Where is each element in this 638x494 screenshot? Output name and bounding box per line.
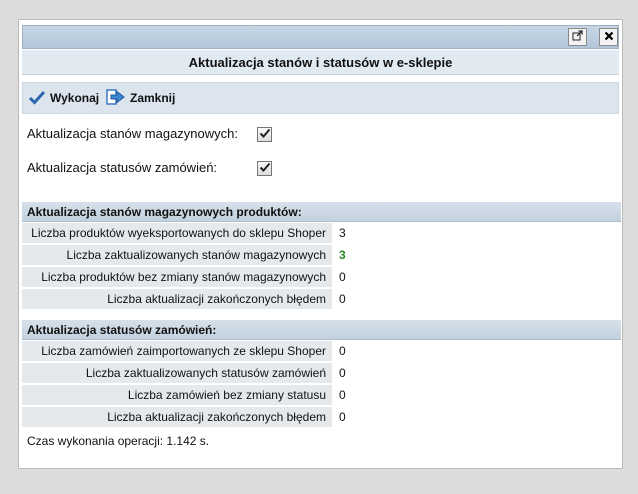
row-label: Liczba zaktualizowanych statusów zamówie… <box>22 363 332 384</box>
external-link-icon <box>572 30 583 44</box>
popout-button[interactable] <box>568 28 587 46</box>
close-icon <box>604 30 614 44</box>
table-row: Liczba produktów bez zmiany stanów magaz… <box>22 267 621 289</box>
checkmark-icon <box>28 89 50 108</box>
close-button[interactable]: Zamknij <box>106 83 175 113</box>
row-label: Liczba aktualizacji zakończonych błędem <box>22 289 332 310</box>
table-row: Liczba zaktualizowanych stanów magazynow… <box>22 245 621 267</box>
table-row: Liczba aktualizacji zakończonych błędem … <box>22 407 621 429</box>
toolbar: Wykonaj Zamknij <box>22 82 619 114</box>
exit-arrow-icon <box>106 88 130 109</box>
row-label: Liczba zamówień bez zmiany statusu <box>22 385 332 406</box>
row-label: Liczba aktualizacji zakończonych błędem <box>22 407 332 428</box>
execution-time-text: Czas wykonania operacji: 1.142 s. <box>27 434 210 448</box>
status-section-heading: Aktualizacja statusów zamówień: <box>22 320 621 340</box>
row-value: 0 <box>339 344 346 358</box>
row-value: 3 <box>339 248 346 262</box>
status-update-label: Aktualizacja statusów zamówień: <box>27 160 218 175</box>
row-value: 0 <box>339 292 346 306</box>
row-value: 0 <box>339 410 346 424</box>
row-label: Liczba zaktualizowanych stanów magazynow… <box>22 245 332 266</box>
table-row: Liczba produktów wyeksportowanych do skl… <box>22 223 621 245</box>
table-row: Liczba zaktualizowanych statusów zamówie… <box>22 363 621 385</box>
row-value: 3 <box>339 226 346 240</box>
stock-section-heading: Aktualizacja stanów magazynowych produkt… <box>22 202 621 222</box>
row-label: Liczba produktów wyeksportowanych do skl… <box>22 223 332 244</box>
row-label: Liczba produktów bez zmiany stanów magaz… <box>22 267 332 288</box>
dialog-title: Aktualizacja stanów i statusów w e-sklep… <box>22 50 619 75</box>
close-window-button[interactable] <box>599 28 618 46</box>
row-label: Liczba zamówień zaimportowanych ze sklep… <box>22 341 332 362</box>
close-label: Zamknij <box>130 91 176 105</box>
dialog-window: Aktualizacja stanów i statusów w e-sklep… <box>18 19 623 469</box>
status-update-checkbox[interactable] <box>257 161 272 176</box>
table-row: Liczba aktualizacji zakończonych błędem … <box>22 289 621 311</box>
execute-label: Wykonaj <box>50 91 100 105</box>
row-value: 0 <box>339 366 346 380</box>
stock-update-label: Aktualizacja stanów magazynowych: <box>27 126 238 141</box>
window-titlebar[interactable] <box>22 25 619 49</box>
checkmark-icon <box>259 128 271 142</box>
stock-update-checkbox[interactable] <box>257 127 272 142</box>
execute-button[interactable]: Wykonaj <box>28 83 99 113</box>
table-row: Liczba zamówień zaimportowanych ze sklep… <box>22 341 621 363</box>
checkmark-icon <box>259 162 271 176</box>
row-value: 0 <box>339 270 346 284</box>
row-value: 0 <box>339 388 346 402</box>
table-row: Liczba zamówień bez zmiany statusu 0 <box>22 385 621 407</box>
